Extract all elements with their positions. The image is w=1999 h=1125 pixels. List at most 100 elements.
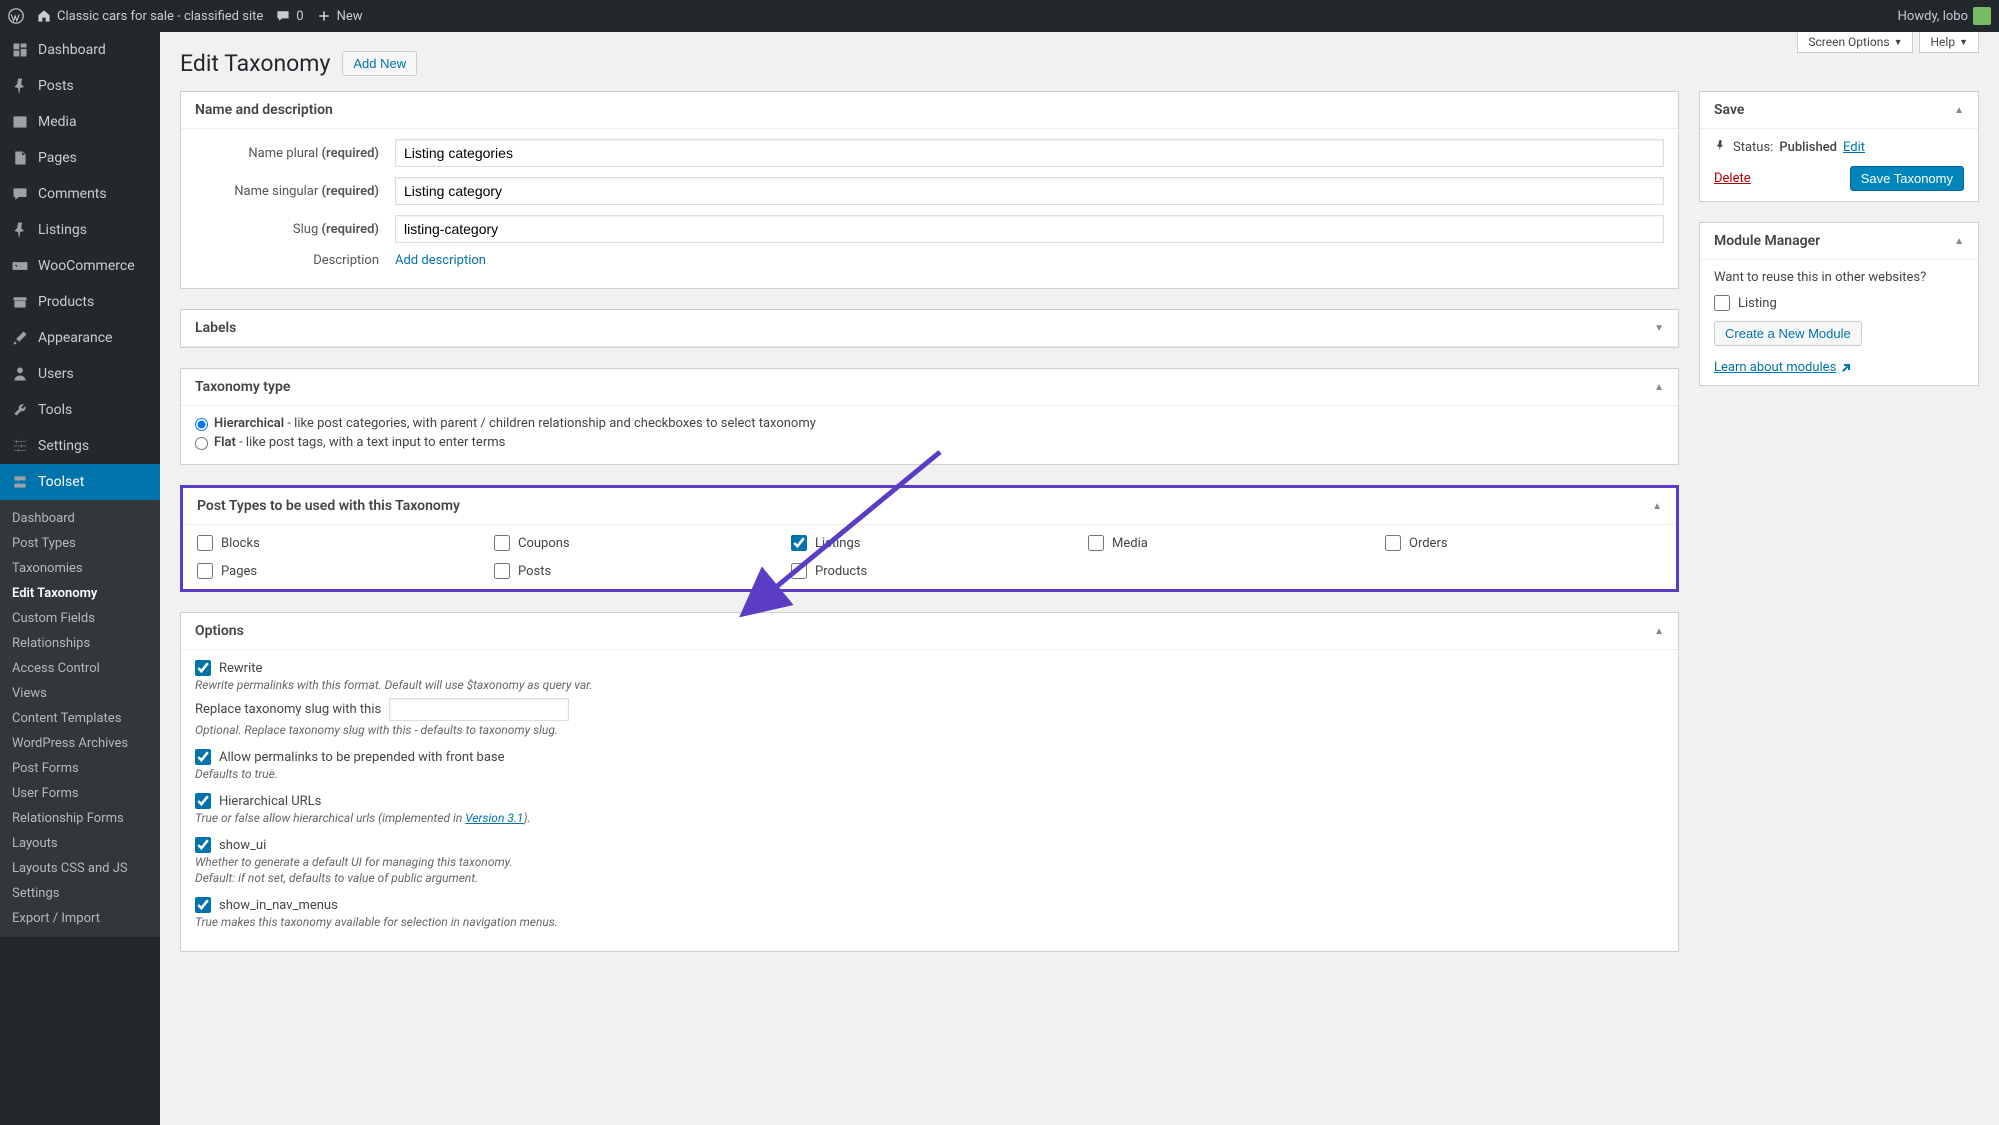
post-type-pages[interactable]: Pages xyxy=(197,563,474,579)
sidebar-item-comments[interactable]: Comments xyxy=(0,176,160,212)
comment-icon xyxy=(275,8,291,24)
show-ui-help2: Default: if not set, defaults to value o… xyxy=(195,871,1664,885)
edit-status-link[interactable]: Edit xyxy=(1843,140,1865,155)
post-type-listings-checkbox[interactable] xyxy=(791,535,807,551)
comments-link[interactable]: 0 xyxy=(275,8,303,24)
sidebar-sub-views[interactable]: Views xyxy=(0,681,160,706)
wp-logo[interactable] xyxy=(8,8,24,24)
sidebar-item-posts[interactable]: Posts xyxy=(0,68,160,104)
sidebar-item-toolset[interactable]: Toolset xyxy=(0,464,160,500)
caret-up-icon: ▲ xyxy=(1654,626,1664,637)
sidebar-item-appearance[interactable]: Appearance xyxy=(0,320,160,356)
sidebar-item-label: Tools xyxy=(38,402,72,418)
name-plural-input[interactable] xyxy=(395,139,1664,167)
learn-modules-link[interactable]: Learn about modules xyxy=(1714,360,1852,375)
sidebar-sub-dashboard[interactable]: Dashboard xyxy=(0,506,160,531)
post-type-posts-checkbox[interactable] xyxy=(494,563,510,579)
post-type-pages-label: Pages xyxy=(221,564,257,579)
post-type-products[interactable]: Products xyxy=(791,563,1068,579)
screen-options-tab[interactable]: Screen Options ▼ xyxy=(1797,32,1913,53)
sidebar-sub-wordpress-archives[interactable]: WordPress Archives xyxy=(0,731,160,756)
sidebar-sub-edit-taxonomy[interactable]: Edit Taxonomy xyxy=(0,581,160,606)
post-type-pages-checkbox[interactable] xyxy=(197,563,213,579)
post-type-coupons-label: Coupons xyxy=(518,536,570,551)
sidebar-item-products[interactable]: Products xyxy=(0,284,160,320)
sidebar-sub-post-forms[interactable]: Post Forms xyxy=(0,756,160,781)
sidebar-sub-content-templates[interactable]: Content Templates xyxy=(0,706,160,731)
sidebar-item-woocommerce[interactable]: WooCommerce xyxy=(0,248,160,284)
show-nav-checkbox[interactable] xyxy=(195,897,211,913)
post-type-media[interactable]: Media xyxy=(1088,535,1365,551)
post-type-blocks[interactable]: Blocks xyxy=(197,535,474,551)
front-base-help: Defaults to true. xyxy=(195,767,1664,781)
sidebar-sub-custom-fields[interactable]: Custom Fields xyxy=(0,606,160,631)
post-type-media-checkbox[interactable] xyxy=(1088,535,1104,551)
sidebar-item-users[interactable]: Users xyxy=(0,356,160,392)
sidebar-item-listings[interactable]: Listings xyxy=(0,212,160,248)
post-type-coupons[interactable]: Coupons xyxy=(494,535,771,551)
listing-module-checkbox[interactable] xyxy=(1714,295,1730,311)
user-greeting[interactable]: Howdy, lobo xyxy=(1898,7,1991,25)
sidebar-sub-settings[interactable]: Settings xyxy=(0,881,160,906)
sidebar-sub-post-types[interactable]: Post Types xyxy=(0,531,160,556)
panel-title: Options xyxy=(195,623,244,639)
status-label: Status: xyxy=(1733,140,1773,155)
new-content[interactable]: New xyxy=(316,8,363,24)
sidebar-item-dashboard[interactable]: Dashboard xyxy=(0,32,160,68)
post-type-posts[interactable]: Posts xyxy=(494,563,771,579)
site-title[interactable]: Classic cars for sale - classified site xyxy=(36,8,263,24)
panel-header[interactable]: Options ▲ xyxy=(181,613,1678,650)
sidebar-item-label: Appearance xyxy=(38,330,112,346)
create-module-button[interactable]: Create a New Module xyxy=(1714,321,1862,346)
panel-header[interactable]: Name and description xyxy=(181,92,1678,129)
panel-header[interactable]: Labels ▼ xyxy=(181,310,1678,347)
front-base-checkbox[interactable] xyxy=(195,749,211,765)
post-type-orders[interactable]: Orders xyxy=(1385,535,1662,551)
post-type-blocks-checkbox[interactable] xyxy=(197,535,213,551)
archive-icon xyxy=(10,292,30,312)
version-link[interactable]: Version 3.1 xyxy=(465,811,523,825)
flat-radio[interactable] xyxy=(195,437,208,450)
sidebar-sub-access-control[interactable]: Access Control xyxy=(0,656,160,681)
sidebar-sub-user-forms[interactable]: User Forms xyxy=(0,781,160,806)
panel-header[interactable]: Taxonomy type ▲ xyxy=(181,369,1678,406)
panel-title: Save xyxy=(1714,102,1744,118)
show-nav-label: show_in_nav_menus xyxy=(219,898,338,913)
name-singular-input[interactable] xyxy=(395,177,1664,205)
sidebar-item-tools[interactable]: Tools xyxy=(0,392,160,428)
panel-header[interactable]: Save ▲ xyxy=(1700,92,1978,129)
hier-urls-checkbox[interactable] xyxy=(195,793,211,809)
sidebar-item-media[interactable]: Media xyxy=(0,104,160,140)
sidebar-item-label: Settings xyxy=(38,438,89,454)
add-description-link[interactable]: Add description xyxy=(395,253,486,268)
post-type-products-checkbox[interactable] xyxy=(791,563,807,579)
taxonomy-type-panel: Taxonomy type ▲ Hierarchical - like post… xyxy=(180,368,1679,465)
sidebar-sub-relationships[interactable]: Relationships xyxy=(0,631,160,656)
panel-title: Module Manager xyxy=(1714,233,1820,249)
post-type-coupons-checkbox[interactable] xyxy=(494,535,510,551)
save-taxonomy-button[interactable]: Save Taxonomy xyxy=(1850,166,1964,191)
admin-sidebar: Dashboard PostsMediaPagesCommentsListings… xyxy=(0,32,160,1125)
replace-slug-input[interactable] xyxy=(389,698,569,721)
delete-link[interactable]: Delete xyxy=(1714,171,1751,186)
show-ui-checkbox[interactable] xyxy=(195,837,211,853)
panel-header[interactable]: Post Types to be used with this Taxonomy… xyxy=(183,488,1676,525)
sidebar-sub-relationship-forms[interactable]: Relationship Forms xyxy=(0,806,160,831)
rewrite-checkbox[interactable] xyxy=(195,660,211,676)
sidebar-item-settings[interactable]: Settings xyxy=(0,428,160,464)
help-tab[interactable]: Help ▼ xyxy=(1919,32,1979,53)
post-type-listings[interactable]: Listings xyxy=(791,535,1068,551)
add-new-button[interactable]: Add New xyxy=(342,51,417,76)
listing-module-label: Listing xyxy=(1738,296,1777,311)
sidebar-item-label: Dashboard xyxy=(38,42,106,58)
hierarchical-radio[interactable] xyxy=(195,418,208,431)
sidebar-sub-layouts[interactable]: Layouts xyxy=(0,831,160,856)
sidebar-item-pages[interactable]: Pages xyxy=(0,140,160,176)
sidebar-sub-layouts-css-and-js[interactable]: Layouts CSS and JS xyxy=(0,856,160,881)
slug-input[interactable] xyxy=(395,215,1664,243)
sidebar-sub-taxonomies[interactable]: Taxonomies xyxy=(0,556,160,581)
post-type-orders-checkbox[interactable] xyxy=(1385,535,1401,551)
caret-up-icon: ▲ xyxy=(1954,105,1964,116)
sidebar-sub-export-import[interactable]: Export / Import xyxy=(0,906,160,931)
panel-header[interactable]: Module Manager ▲ xyxy=(1700,223,1978,260)
